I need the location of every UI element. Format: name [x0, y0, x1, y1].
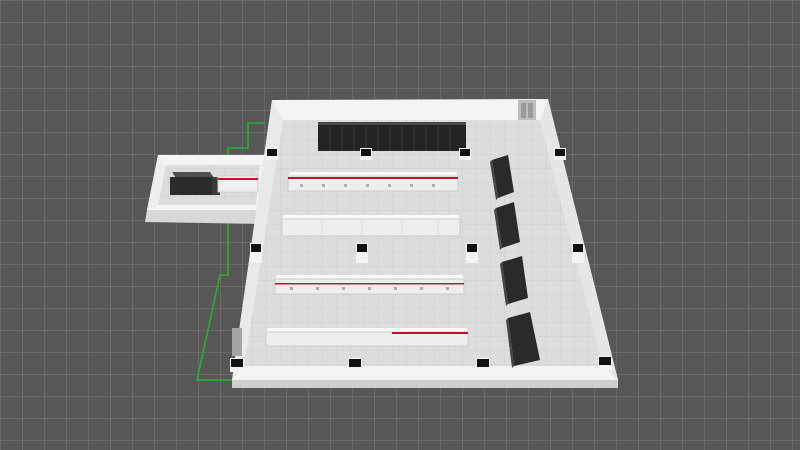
pillar — [230, 358, 244, 372]
rack-row-3[interactable] — [274, 275, 465, 295]
rack-row-4[interactable] — [265, 328, 469, 347]
pillar — [459, 148, 471, 160]
pillar — [554, 148, 566, 160]
rack-row-1[interactable] — [287, 172, 459, 192]
server-bank-icon[interactable] — [318, 122, 466, 151]
pillar — [266, 148, 278, 160]
pillar — [466, 243, 478, 263]
side-annex-room[interactable] — [145, 155, 265, 224]
annex-rack-icon — [217, 175, 259, 193]
pillar — [572, 243, 584, 263]
pillar — [348, 358, 362, 372]
pillar — [598, 356, 612, 370]
door-icon[interactable] — [518, 100, 536, 120]
rack-row-2[interactable] — [281, 215, 461, 237]
scene-canvas[interactable] — [0, 0, 800, 450]
3d-viewport[interactable] — [0, 0, 800, 450]
pillar — [476, 358, 490, 372]
pillar — [250, 243, 262, 263]
pillar — [356, 243, 368, 263]
wall-panel-icon — [232, 328, 242, 356]
pillar — [360, 148, 372, 160]
